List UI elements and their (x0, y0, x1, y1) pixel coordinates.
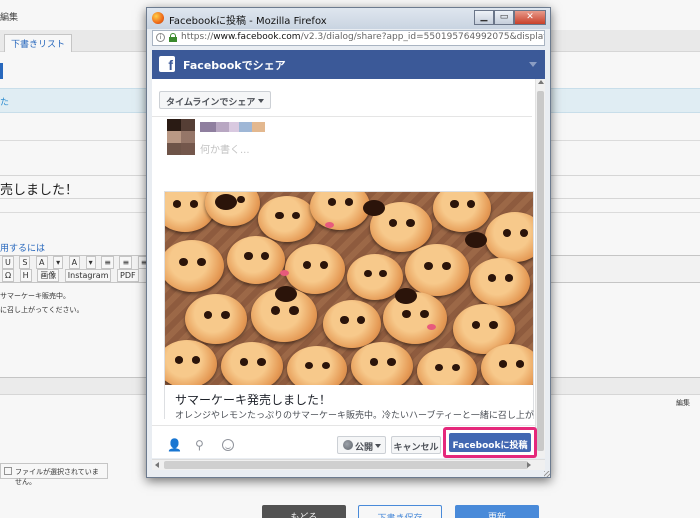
chevron-down-icon (258, 99, 264, 103)
username-blurred (200, 122, 265, 132)
tag-friends-icon[interactable]: 👤 (167, 438, 182, 452)
firefox-icon (152, 12, 164, 24)
preview-image (165, 192, 533, 385)
cancel-button[interactable]: キャンセル (391, 436, 441, 454)
preview-title: サマーケーキ発売しました！ (175, 393, 332, 407)
preview-description: オレンジやレモンたっぷりのサマーケーキ販売中。冷たいハーブティーと一緒に召し上が… (175, 411, 543, 421)
emoji-icon[interactable] (222, 439, 234, 451)
site-info-icon[interactable]: i (156, 33, 165, 42)
scroll-thumb[interactable] (537, 91, 544, 451)
privacy-select[interactable]: 公開 (337, 436, 386, 454)
horizontal-scrollbar[interactable] (152, 459, 545, 470)
maximize-button[interactable]: ▭ (494, 10, 514, 25)
chevron-down-icon[interactable] (529, 62, 537, 67)
url-text: https://www.facebook.com/v2.3/dialog/sha… (181, 32, 545, 42)
globe-icon (343, 440, 353, 450)
scroll-left-arrow-icon[interactable] (155, 462, 159, 468)
lock-icon (169, 33, 177, 42)
scroll-right-arrow-icon[interactable] (527, 462, 531, 468)
close-button[interactable]: ✕ (514, 10, 546, 25)
resize-grip-icon[interactable] (544, 471, 550, 477)
firefox-popup-window: Facebookに投稿 - Mozilla Firefox ▁ ▭ ✕ i ht… (146, 7, 551, 478)
divider (152, 116, 532, 117)
fb-share-title: Facebookでシェア (183, 59, 286, 72)
window-controls: ▁ ▭ ✕ (474, 10, 546, 26)
share-target-label: タイムラインでシェア (166, 98, 256, 108)
preview-text: サマーケーキ発売しました！ オレンジやレモンたっぷりのサマーケーキ販売中。冷たい… (165, 385, 543, 421)
link-preview-card[interactable]: サマーケーキ発売しました！ オレンジやレモンたっぷりのサマーケーキ販売中。冷たい… (164, 191, 543, 421)
facebook-logo-icon: f (159, 56, 175, 73)
privacy-label: 公開 (355, 443, 374, 453)
post-to-facebook-button[interactable]: Facebookに投稿 (449, 433, 531, 452)
location-pin-icon[interactable]: ⚲ (195, 438, 204, 452)
minimize-button[interactable]: ▁ (474, 10, 494, 25)
window-title: Facebookに投稿 - Mozilla Firefox (169, 16, 327, 27)
vertical-scrollbar[interactable] (535, 79, 545, 458)
window-titlebar[interactable]: Facebookに投稿 - Mozilla Firefox ▁ ▭ ✕ (147, 8, 550, 29)
avatar (167, 119, 195, 155)
share-footer: 👤 ⚲ 公開 キャンセル Facebookに投稿 (152, 425, 537, 458)
share-dialog: f Facebookでシェア タイムラインでシェア 何か書く... サマーケーキ… (152, 50, 545, 458)
scroll-up-arrow-icon[interactable] (538, 80, 544, 84)
chevron-down-icon (375, 444, 381, 448)
scroll-thumb-horizontal[interactable] (164, 461, 528, 469)
composer-input[interactable]: 何か書く... (200, 141, 250, 156)
fb-share-header: f Facebookでシェア (152, 50, 545, 79)
url-bar[interactable]: i https://www.facebook.com/v2.3/dialog/s… (152, 30, 545, 46)
share-target-select[interactable]: タイムラインでシェア (159, 91, 271, 109)
